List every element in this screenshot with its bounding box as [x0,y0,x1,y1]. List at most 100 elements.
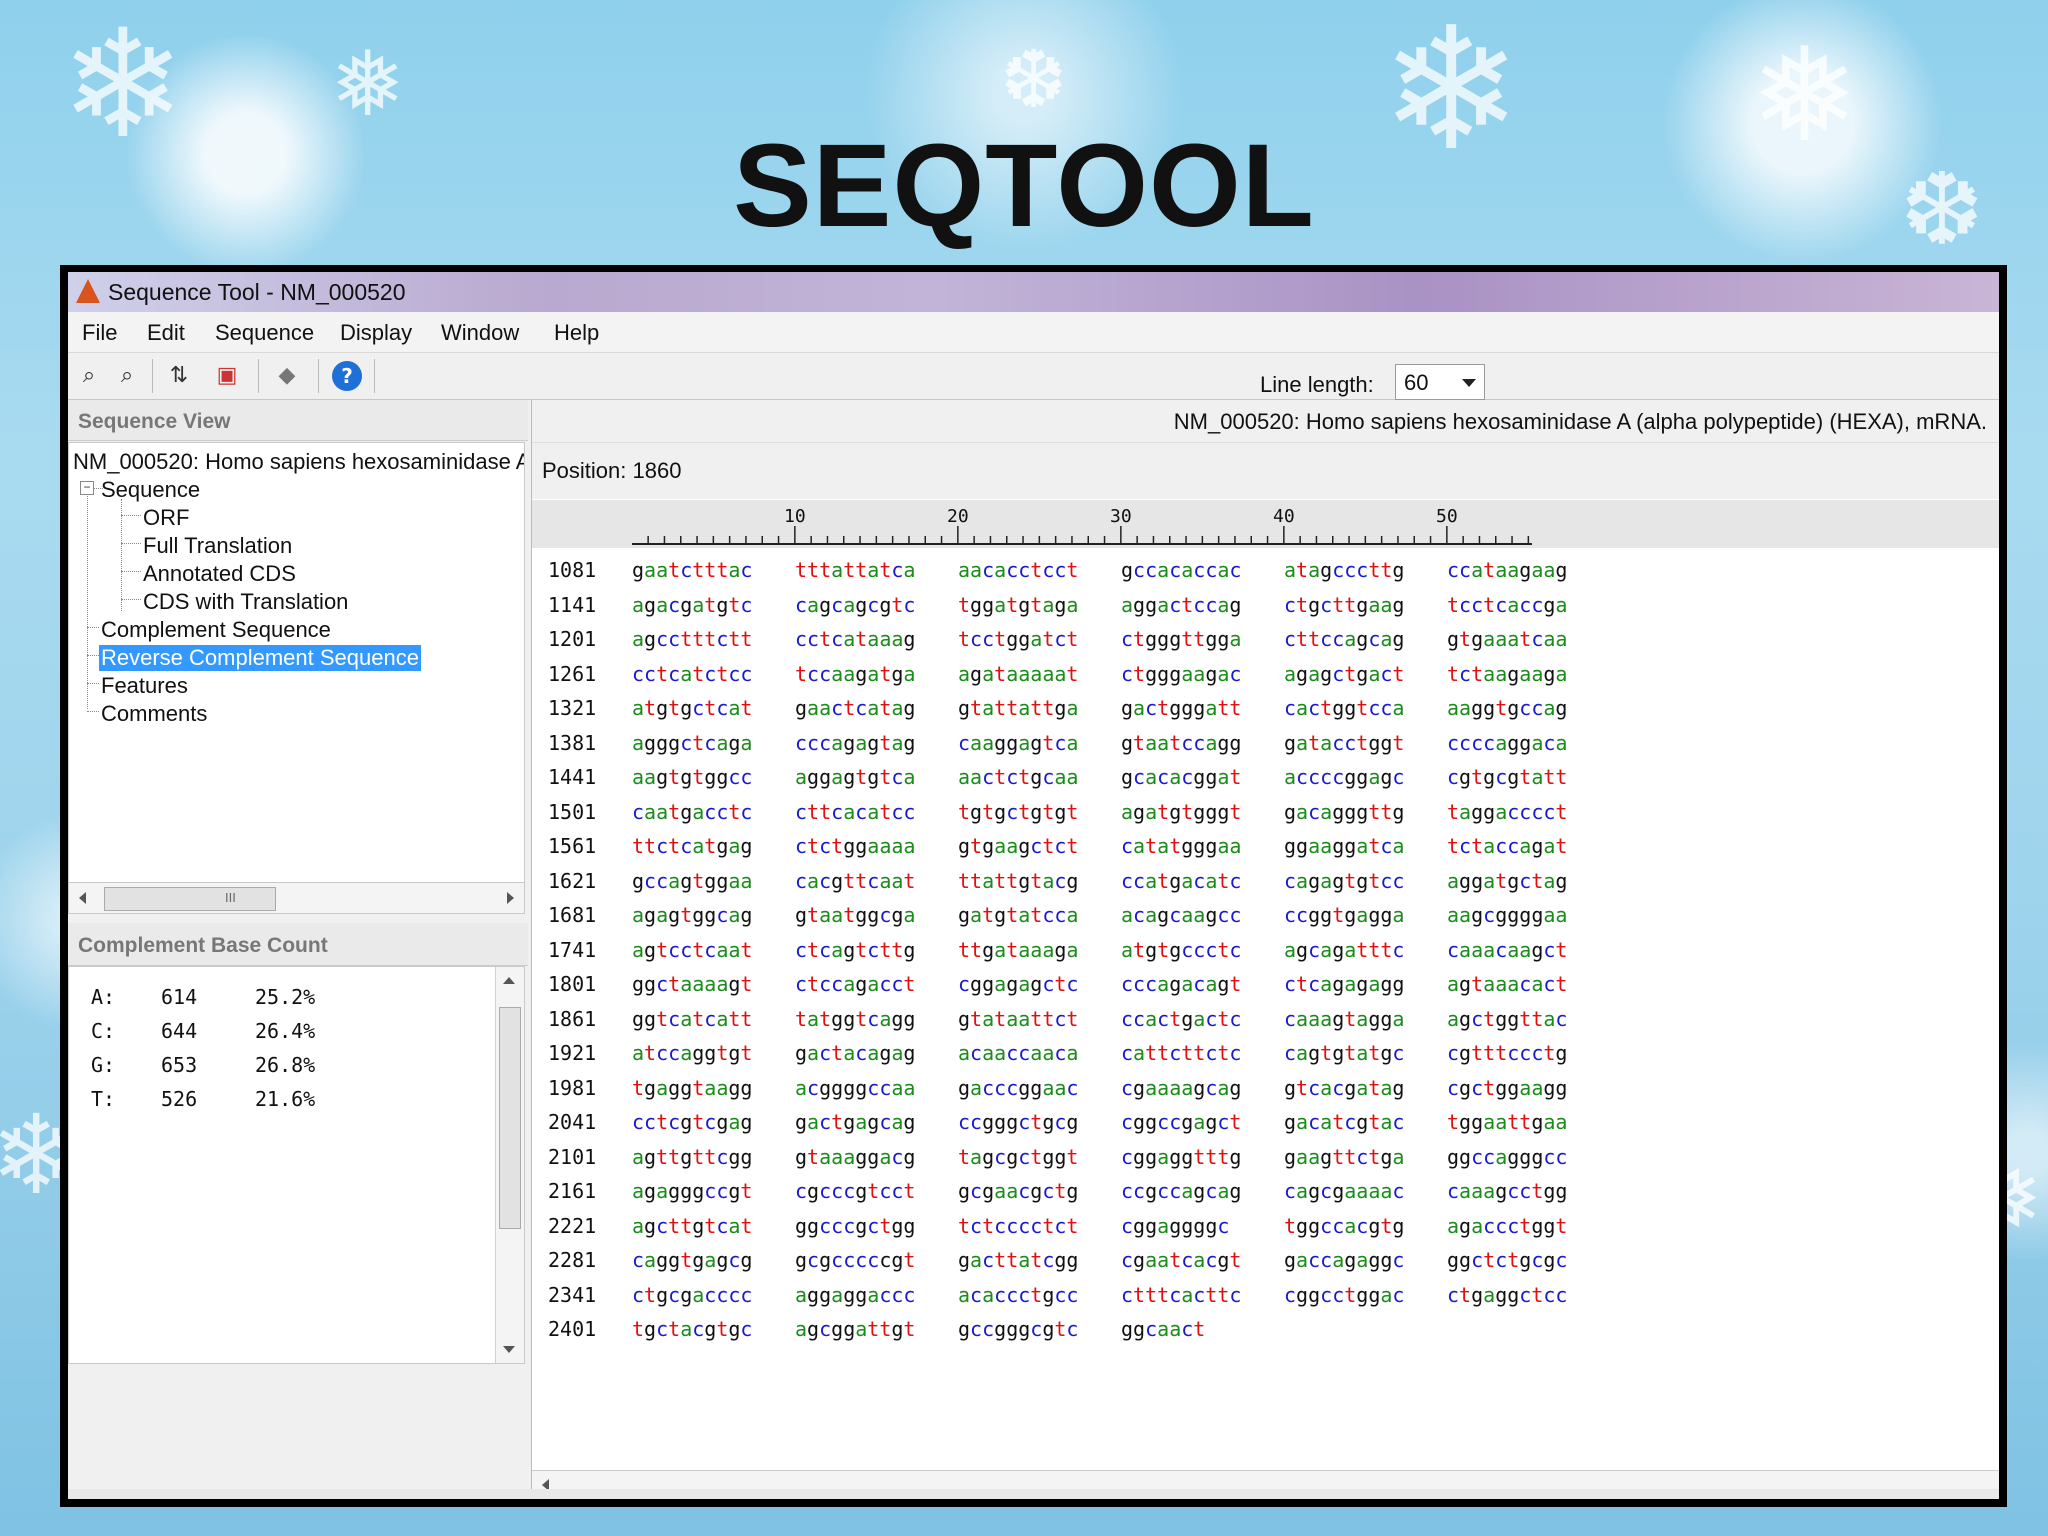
title-bar: Sequence Tool - NM_000520 [68,272,1999,312]
scrollbar-thumb[interactable] [499,1007,521,1229]
tree-horizontal-scrollbar[interactable]: III [68,882,525,914]
sequence-block: agacgatgtc [632,592,753,617]
sequence-block: agaccctggt [1447,1213,1568,1238]
sequence-view-title: Sequence View [78,410,231,433]
sequence-block: cctcataaag [795,627,916,651]
position-readout: Position: 1860 [542,458,682,483]
sequence-block: gaactcatag [795,696,916,720]
sequence-block: acaaccaaca [958,1041,1079,1065]
sequence-block: ctgggaagac [1121,661,1242,686]
sequence-block: cctcgtcgag [632,1110,753,1134]
sequence-block: acagcaagcc [1121,903,1242,927]
sequence-block: cggccgagct [1121,1110,1242,1134]
sequence-row-number: 1861 [548,1006,597,1031]
tree-item-sequence[interactable]: Sequence [101,477,200,503]
scroll-right-icon[interactable] [507,892,514,904]
sequence-block: tggccacgtg [1284,1213,1405,1238]
menu-edit[interactable]: Edit [147,320,185,346]
sequence-block: gccagtggaa [632,868,753,893]
tree-item-features[interactable]: Features [101,673,188,699]
sequence-block: caggtgagcg [632,1248,753,1272]
base-percent: 21.6% [255,1087,316,1111]
sequence-block: taggacccct [1447,799,1568,824]
sequence-block: ggtcatcatt [632,1006,753,1031]
menu-help[interactable]: Help [554,320,599,346]
tree-connector [121,599,141,600]
sequence-row-number: 1201 [548,627,597,651]
scroll-down-icon[interactable] [503,1346,515,1353]
base-count-title: Complement Base Count [78,934,328,957]
sequence-description-bar: NM_000520: Homo sapiens hexosaminidase A… [532,400,1999,443]
tree-item-full-translation[interactable]: Full Translation [143,533,292,559]
zoom-out-icon[interactable]: ⌕ [112,361,142,391]
scroll-left-icon[interactable] [79,892,86,904]
chevron-down-icon [1462,379,1476,387]
sequence-block: gatgtatcca [958,903,1079,927]
tree-item-cds-with-translation[interactable]: CDS with Translation [143,589,348,615]
scroll-up-icon[interactable] [503,977,515,984]
sequence-block: cactggtcca [1284,696,1405,720]
position-bar: Position: 1860 [532,443,1999,499]
sequence-block: ctgggttgga [1121,627,1242,651]
sequence-block: ttgataaaga [958,937,1079,962]
sequence-block: agcctttctt [632,627,753,651]
sequence-block: aactctgcaa [958,765,1079,789]
collapse-icon[interactable]: − [80,481,94,495]
scrollbar-thumb[interactable]: III [104,887,276,911]
sequence-text-area[interactable]: 1081 gaatctttac tttattatca aacacctcct gccaca… [532,550,1999,1450]
sequence-block: ccataagaag [1447,558,1568,582]
sequence-block: gactgggatt [1121,696,1242,720]
sequence-block: ctgaggctcc [1447,1282,1568,1307]
sequence-block: caaagcctgg [1447,1179,1568,1203]
left-pane: Sequence View NM_000520: Homo sapiens he… [68,400,528,1499]
tree-item-complement-sequence[interactable]: Complement Sequence [101,617,331,643]
tree-connector [87,627,99,628]
tree-root[interactable]: NM_000520: Homo sapiens hexosaminidase A [73,449,524,475]
sequence-block: tgctacgtgc [632,1317,753,1341]
sequence-block: cttcacatcc [795,799,916,824]
base-label: G: [91,1053,116,1077]
sequence-block: gcacacggat [1121,765,1242,789]
sequence-block: ctttcacttc [1121,1282,1242,1307]
export-icon[interactable]: ▣ [212,361,242,391]
sequence-block: gacagggttg [1284,799,1405,824]
sequence-block: ggctaaaagt [632,972,753,996]
tree-item-annotated-cds[interactable]: Annotated CDS [143,561,296,587]
sequence-block: aggagtgtca [795,765,916,789]
eraser-icon[interactable]: ◆ [272,361,302,391]
sequence-block: agcttgtcat [632,1213,753,1238]
sequence-row-number: 1981 [548,1075,597,1100]
sequence-row-number: 1381 [548,730,597,755]
menu-display[interactable]: Display [340,320,412,346]
menu-sequence[interactable]: Sequence [215,320,314,346]
tree-item-comments[interactable]: Comments [101,701,207,727]
sequence-ruler: 102030405060 [532,500,1999,548]
sequence-block: acggggccaa [795,1075,916,1100]
sequence-block: caaagtagga [1284,1006,1405,1031]
toolbar-separator [258,359,259,393]
sequence-row-number: 1681 [548,903,597,927]
sequence-row-number: 1741 [548,937,597,962]
sequence-block: ctccagacct [795,972,916,996]
base-count-vertical-scrollbar[interactable] [495,967,524,1363]
sequence-block: gactgagcag [795,1110,916,1134]
sequence-row-number: 1081 [548,558,597,582]
menu-file[interactable]: File [82,320,117,346]
sequence-block: accccggagc [1284,765,1405,789]
sequence-block: aggactccag [1121,592,1242,617]
sequence-block: tctcccctct [958,1213,1079,1238]
sequence-block: cccagagtag [795,730,916,755]
zoom-in-icon[interactable]: ⌕ [74,361,104,391]
sequence-block: cgtttccctg [1447,1041,1568,1065]
tree-connector [121,515,141,516]
line-length-select[interactable]: 60 [1395,364,1485,400]
help-icon[interactable]: ? [332,361,362,391]
tree-item-reverse-complement-sequence[interactable]: Reverse Complement Sequence [99,645,421,671]
tree-connector [87,483,88,709]
line-length-value: 60 [1404,370,1429,395]
swap-icon[interactable]: ⇅ [164,361,194,391]
tree-item-orf[interactable]: ORF [143,505,189,531]
sequence-block: gacttatcgg [958,1248,1079,1272]
menu-window[interactable]: Window [441,320,519,346]
sequence-block: ctctggaaaa [795,834,916,858]
